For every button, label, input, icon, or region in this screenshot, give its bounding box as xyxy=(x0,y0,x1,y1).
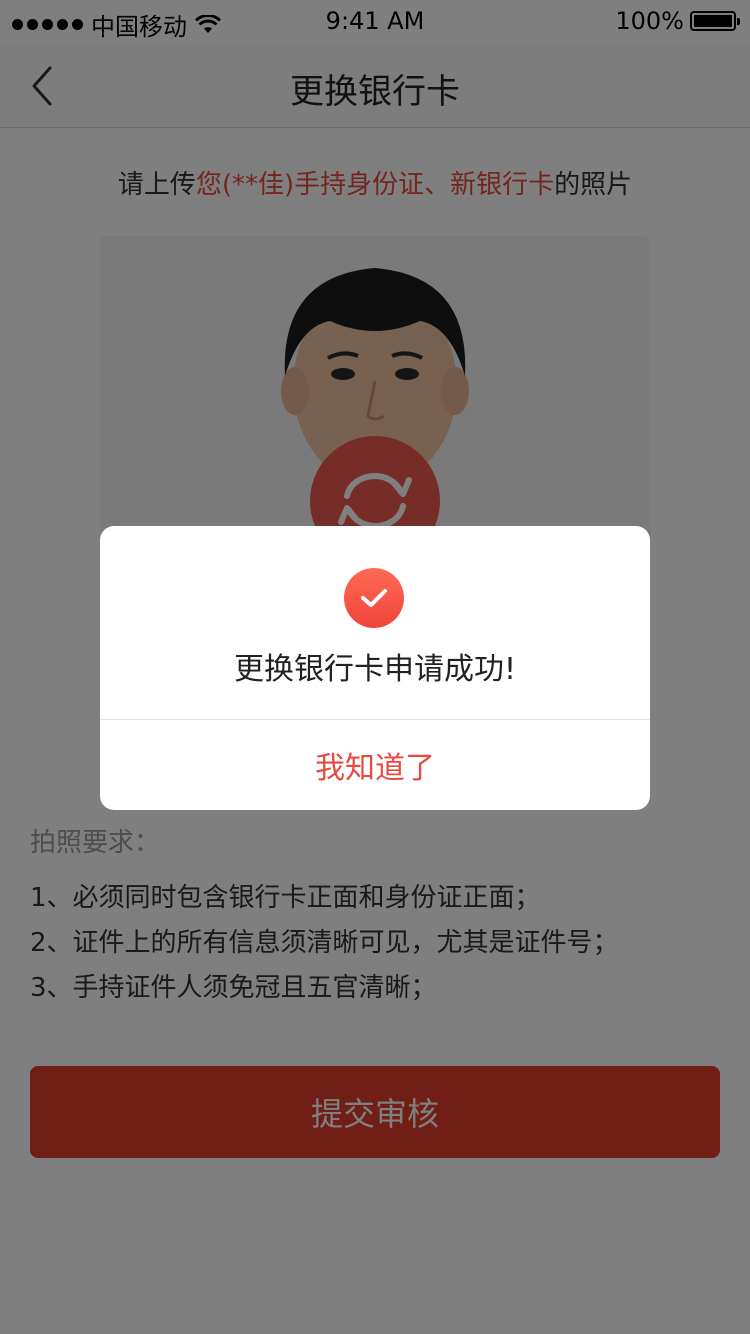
dialog-message: 更换银行卡申请成功! xyxy=(233,652,517,687)
check-circle-icon xyxy=(344,568,404,628)
success-dialog: 更换银行卡申请成功! 我知道了 xyxy=(100,526,650,810)
checkmark-icon xyxy=(361,589,387,607)
dialog-confirm-button[interactable]: 我知道了 xyxy=(100,720,650,810)
